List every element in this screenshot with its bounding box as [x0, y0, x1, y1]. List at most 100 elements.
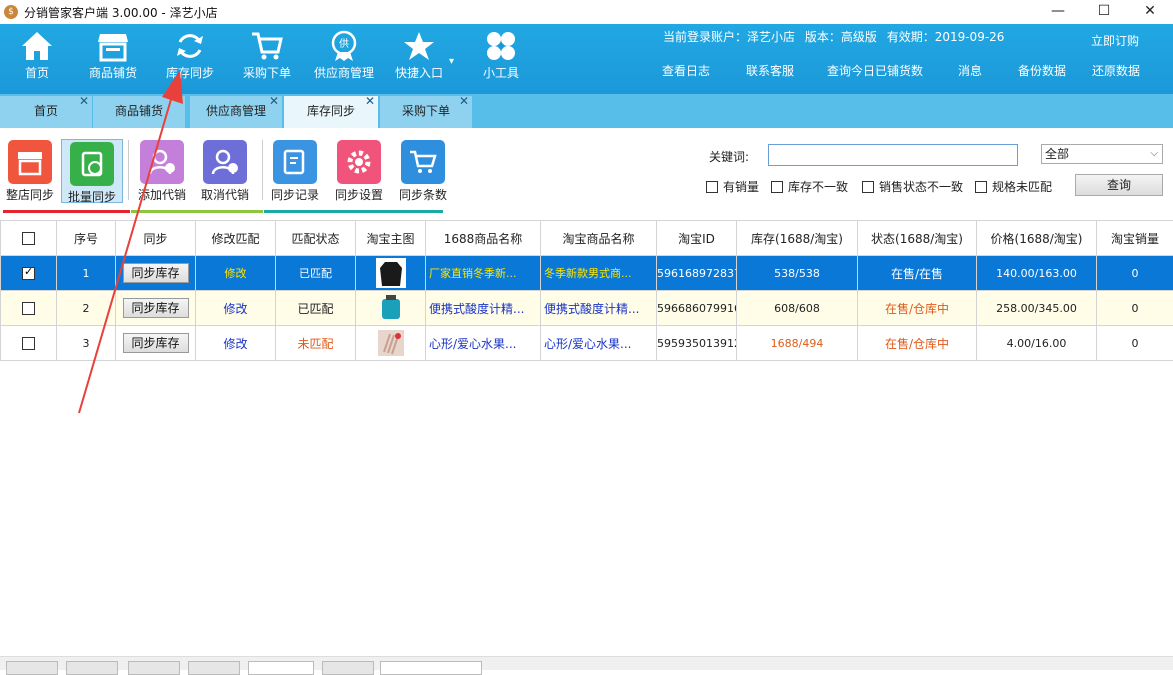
edit-match-link[interactable]: 修改 — [196, 291, 276, 326]
cell-stock: 1688/494 — [737, 326, 858, 361]
row-select[interactable] — [1, 256, 57, 291]
messages-link[interactable]: 消息 — [958, 62, 982, 79]
col-header: 匹配状态 — [276, 221, 356, 256]
main-header: 首页 商品铺货 库存同步 采购下单 供 供应商管理 快捷入口 ▾ 小工具 当前登… — [0, 24, 1173, 94]
row-select[interactable] — [1, 326, 57, 361]
sync-settings-button[interactable]: 同步设置 — [331, 138, 387, 204]
page-size-select[interactable] — [380, 661, 482, 675]
query-button[interactable]: 查询 — [1075, 174, 1163, 196]
checkbox[interactable] — [706, 181, 718, 193]
status-select[interactable]: 全部⌵ — [1041, 144, 1163, 164]
product-thumbnail — [376, 258, 406, 288]
cell-sales: 0 — [1097, 326, 1173, 361]
cancel-consign-label: 取消代销 — [197, 186, 253, 203]
maximize-button[interactable]: ☐ — [1081, 0, 1127, 24]
add-consign-button[interactable]: 添加代销 — [134, 138, 190, 204]
header-select-all[interactable] — [1, 221, 57, 256]
cell-taobao-id: 596168972837 — [657, 256, 737, 291]
cell-sales: 0 — [1097, 291, 1173, 326]
filter-status-mismatch[interactable]: 销售状态不一致 — [862, 178, 963, 195]
cell-stock: 538/538 — [737, 256, 858, 291]
batch-sync-button[interactable]: 批量同步 — [61, 139, 123, 203]
restore-link[interactable]: 还原数据 — [1092, 62, 1140, 79]
pagination-bar — [0, 656, 1173, 670]
checkbox[interactable] — [22, 232, 35, 245]
nav-supplier[interactable]: 供 供应商管理 — [309, 28, 379, 86]
view-log-link[interactable]: 查看日志 — [662, 62, 710, 79]
nav-purchase[interactable]: 采购下单 — [232, 28, 302, 86]
sync-stock-button[interactable]: 同步库存 — [123, 263, 189, 283]
subscribe-link[interactable]: 立即订购 — [1091, 32, 1139, 49]
filter-has-sales-label: 有销量 — [723, 178, 759, 195]
table-row[interactable]: 1 同步库存 修改 已匹配 厂家直销冬季新... 冬季新款男式商... 5961… — [1, 256, 1173, 291]
login-account: 当前登录账户：泽艺小店 — [663, 30, 795, 44]
tab-shop[interactable]: 商品铺货 — [93, 96, 185, 128]
edit-document-icon — [273, 140, 317, 184]
group-underline-green — [131, 210, 263, 213]
minimize-button[interactable]: — — [1035, 0, 1081, 24]
first-page-button[interactable] — [6, 661, 58, 675]
cell-name-1688: 心形/爱心水果... — [426, 326, 541, 361]
close-icon[interactable]: ✕ — [79, 86, 89, 116]
window-controls: — ☐ ✕ — [1035, 0, 1173, 24]
dropdown-arrow-icon[interactable]: ▾ — [449, 56, 454, 67]
chevron-down-icon: ⌵ — [1150, 145, 1158, 163]
cell-name-taobao: 冬季新款男式商... — [541, 256, 657, 291]
checkbox[interactable] — [771, 181, 783, 193]
row-select[interactable] — [1, 291, 57, 326]
page-input[interactable] — [248, 661, 314, 675]
store-sync-button[interactable]: 整店同步 — [2, 138, 58, 204]
cell-price: 258.00/345.00 — [977, 291, 1097, 326]
filter-stock-mismatch[interactable]: 库存不一致 — [771, 178, 848, 195]
cell-name-1688: 便携式酸度计精... — [426, 291, 541, 326]
divider — [128, 140, 129, 200]
tab-home[interactable]: 首页✕ — [0, 96, 92, 128]
nav-tools[interactable]: 小工具 — [466, 28, 536, 86]
add-consign-label: 添加代销 — [134, 186, 190, 203]
filter-has-sales[interactable]: 有销量 — [706, 178, 759, 195]
backup-link[interactable]: 备份数据 — [1018, 62, 1066, 79]
sync-stock-button[interactable]: 同步库存 — [123, 298, 189, 318]
prev-page-button[interactable] — [66, 661, 118, 675]
tab-purchase[interactable]: 采购下单✕ — [380, 96, 472, 128]
close-icon[interactable]: ✕ — [365, 86, 375, 116]
tab-supplier-label: 供应商管理 — [206, 104, 266, 118]
nav-home-label: 首页 — [2, 64, 72, 81]
tab-purchase-label: 采购下单 — [402, 104, 450, 118]
checkbox[interactable] — [22, 302, 35, 315]
cancel-consign-button[interactable]: 取消代销 — [197, 138, 253, 204]
last-page-button[interactable] — [188, 661, 240, 675]
next-page-button[interactable] — [128, 661, 180, 675]
filter-spec-unmatched[interactable]: 规格未匹配 — [975, 178, 1052, 195]
product-thumbnail — [376, 293, 406, 323]
checkbox[interactable] — [22, 267, 35, 280]
nav-home[interactable]: 首页 — [2, 28, 72, 86]
sync-log-button[interactable]: 同步记录 — [267, 138, 323, 204]
col-header: 淘宝销量 — [1097, 221, 1173, 256]
close-icon[interactable]: ✕ — [269, 86, 279, 116]
today-count-link[interactable]: 查询今日已铺货数 — [827, 62, 923, 79]
table-row[interactable]: 3 同步库存 修改 未匹配 心形/爱心水果... 心形/爱心水果... 5959… — [1, 326, 1173, 361]
go-button[interactable] — [322, 661, 374, 675]
nav-sync-label: 库存同步 — [155, 64, 225, 81]
edit-match-link[interactable]: 修改 — [196, 326, 276, 361]
edit-match-link[interactable]: 修改 — [196, 256, 276, 291]
keyword-input[interactable] — [768, 144, 1018, 166]
cell-name-taobao: 心形/爱心水果... — [541, 326, 657, 361]
checkbox[interactable] — [22, 337, 35, 350]
checkbox[interactable] — [862, 181, 874, 193]
contact-support-link[interactable]: 联系客服 — [746, 62, 794, 79]
close-button[interactable]: ✕ — [1127, 0, 1173, 24]
expiry-label: 有效期：2019-09-26 — [887, 30, 1005, 44]
checkbox[interactable] — [975, 181, 987, 193]
sync-stock-button[interactable]: 同步库存 — [123, 333, 189, 353]
nav-quick[interactable]: 快捷入口 — [384, 28, 454, 86]
nav-shop[interactable]: 商品铺货 — [78, 28, 148, 86]
nav-sync[interactable]: 库存同步 — [155, 28, 225, 86]
tab-sync[interactable]: 库存同步✕ — [284, 96, 378, 128]
col-header: 同步 — [116, 221, 196, 256]
table-row[interactable]: 2 同步库存 修改 已匹配 便携式酸度计精... 便携式酸度计精... 5966… — [1, 291, 1173, 326]
sync-count-button[interactable]: 同步条数 — [395, 138, 451, 204]
close-icon[interactable]: ✕ — [459, 86, 469, 116]
tab-supplier[interactable]: 供应商管理✕ — [190, 96, 282, 128]
